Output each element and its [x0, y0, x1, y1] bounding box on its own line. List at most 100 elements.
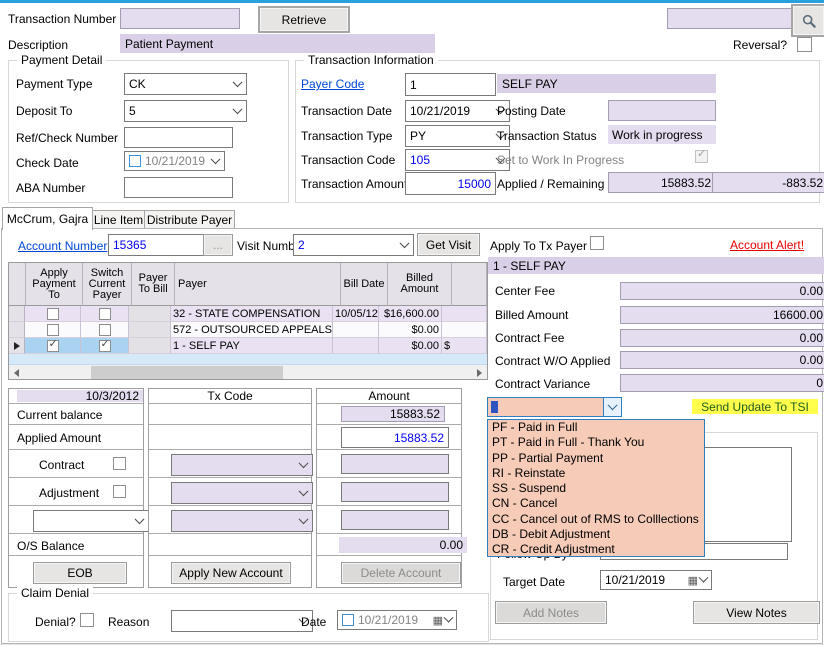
payer-code-input[interactable]: 1: [405, 73, 496, 96]
transaction-amount-label: Transaction Amount: [301, 177, 407, 191]
switch-payer-checkbox[interactable]: [99, 308, 111, 320]
account-alert-link[interactable]: Account Alert!: [730, 238, 804, 252]
aba-number-input[interactable]: [124, 177, 233, 198]
account-number-link[interactable]: Account Number: [18, 239, 107, 253]
adjustment-checkbox[interactable]: [113, 485, 126, 498]
payer-cell: 572 - OUTSOURCED APPEALS: [171, 322, 333, 338]
col-bill-date-header[interactable]: Bill Date: [341, 263, 388, 306]
posting-date-field: [608, 100, 716, 121]
target-date-picker[interactable]: 10/21/2019: [600, 570, 712, 590]
applied-amount-input[interactable]: 15883.52: [341, 427, 449, 448]
payer-code-link[interactable]: Payer Code: [301, 77, 364, 91]
amount-table-col-labels: 10/3/2012 Current balance Applied Amount…: [8, 388, 144, 588]
grid-new-row-strip: [9, 354, 487, 365]
denial-reason-dropdown[interactable]: [171, 610, 313, 632]
apply-payment-checkbox[interactable]: [47, 308, 59, 320]
view-notes-button[interactable]: View Notes: [693, 601, 820, 624]
col-apply-payment-header[interactable]: Apply Payment To: [26, 263, 83, 306]
chevron-down-icon: [444, 612, 454, 622]
switch-payer-checkbox[interactable]: [99, 340, 111, 352]
tsi-option[interactable]: PF - Paid in Full: [488, 420, 704, 435]
other-txcode-dropdown[interactable]: [171, 510, 313, 532]
switch-payer-checkbox[interactable]: [99, 324, 111, 336]
transaction-type-dropdown[interactable]: PY: [405, 125, 510, 147]
retrieve-button[interactable]: Retrieve: [258, 6, 350, 33]
center-fee-label: Center Fee: [495, 284, 555, 298]
payment-type-dropdown[interactable]: CK: [124, 73, 247, 95]
visit-number-dropdown[interactable]: 2: [293, 234, 414, 256]
account-number-input[interactable]: 15365: [108, 234, 208, 256]
check-date-label: Check Date: [16, 156, 79, 170]
chevron-down-icon: [699, 572, 709, 582]
tsi-option[interactable]: PT - Paid in Full - Thank You: [488, 435, 704, 450]
apply-new-account-button[interactable]: Apply New Account: [171, 562, 291, 584]
scroll-left-button[interactable]: [9, 365, 24, 380]
transaction-amount-input[interactable]: 15000: [405, 172, 496, 195]
row-selector[interactable]: [9, 322, 25, 338]
col-billed-amount-header[interactable]: Billed Amount: [388, 263, 452, 306]
payer-row-3-current[interactable]: 1 - SELF PAY $0.00 $: [9, 338, 487, 354]
col-payer-to-bill-header[interactable]: Payer To Bill: [132, 263, 175, 306]
contract-txcode-dropdown[interactable]: [171, 454, 313, 476]
denial-date-picker[interactable]: 10/21/2019: [337, 610, 457, 630]
reversal-checkbox[interactable]: [797, 37, 812, 52]
search-button[interactable]: [791, 4, 824, 37]
transaction-code-label: Transaction Code: [301, 153, 395, 167]
adjustment-amount-input[interactable]: [341, 482, 449, 502]
denial-checkbox[interactable]: [80, 613, 94, 627]
tsi-option[interactable]: DB - Debit Adjustment: [488, 527, 704, 542]
transaction-number-field[interactable]: [120, 8, 240, 29]
transaction-date-dropdown[interactable]: 10/21/2019: [405, 100, 510, 122]
applied-amount-label: Applied Amount: [17, 431, 101, 445]
transaction-info-legend: Transaction Information: [304, 53, 438, 67]
target-date-label: Target Date: [503, 575, 565, 589]
tsi-option[interactable]: PP - Partial Payment: [488, 451, 704, 466]
other-amount-input[interactable]: [341, 510, 449, 530]
get-visit-button[interactable]: Get Visit: [417, 233, 480, 256]
apply-payment-checkbox[interactable]: [47, 340, 59, 352]
contract-checkbox[interactable]: [113, 457, 126, 470]
other-type-dropdown[interactable]: [33, 510, 149, 532]
account-browse-button[interactable]: ...: [203, 234, 233, 256]
col-payer-header[interactable]: Payer: [175, 263, 341, 306]
billed-amount-field: 16600.00: [620, 306, 824, 324]
check-date-picker[interactable]: 10/21/2019: [124, 151, 225, 171]
transaction-code-dropdown[interactable]: 105: [405, 149, 510, 171]
adjustment-txcode-dropdown[interactable]: [171, 482, 313, 504]
deposit-to-dropdown[interactable]: 5: [124, 100, 247, 122]
chevron-down-icon: [299, 458, 309, 468]
os-balance-field: 0.00: [339, 537, 467, 553]
denial-date-checkbox[interactable]: [342, 614, 354, 626]
check-date-checkbox[interactable]: [129, 155, 141, 167]
eob-button[interactable]: EOB: [33, 562, 127, 584]
tsi-option[interactable]: CC - Cancel out of RMS to Colllections: [488, 512, 704, 527]
chevron-down-icon: [233, 77, 243, 87]
apply-to-tx-payer-checkbox[interactable]: [590, 236, 604, 250]
payer-row-1[interactable]: 32 - STATE COMPENSATION 10/05/12 $16,600…: [9, 306, 487, 322]
scrollbar-thumb[interactable]: [91, 366, 283, 379]
contract-amount-input[interactable]: [341, 454, 449, 474]
center-fee-field: 0.00: [620, 282, 824, 300]
grid-horizontal-scrollbar[interactable]: [9, 365, 487, 380]
row-selector[interactable]: [9, 306, 25, 322]
tsi-option[interactable]: SS - Suspend: [488, 481, 704, 496]
payer-row-2[interactable]: 572 - OUTSOURCED APPEALS $0.00: [9, 322, 487, 338]
apply-payment-checkbox[interactable]: [47, 324, 59, 336]
tab-distribute-payer[interactable]: Distribute Payer: [144, 210, 235, 229]
billed-amount-cell: $16,600.00: [379, 306, 442, 322]
tsi-status-combobox[interactable]: [487, 397, 622, 417]
description-label: Description: [8, 38, 68, 52]
col-switch-payer-header[interactable]: Switch Current Payer: [83, 263, 132, 306]
quick-search-field[interactable]: [667, 8, 797, 29]
contract-fee-label: Contract Fee: [495, 331, 564, 345]
tab-line-item[interactable]: Line Item: [92, 210, 145, 229]
payer-grid-header: Apply Payment To Switch Current Payer Pa…: [9, 263, 487, 306]
combobox-dropdown-button[interactable]: [603, 398, 621, 416]
ref-check-number-input[interactable]: [124, 127, 233, 148]
tsi-option[interactable]: CR - Credit Adjustment: [488, 542, 704, 557]
tsi-option[interactable]: RI - Reinstate: [488, 466, 704, 481]
scroll-right-button[interactable]: [472, 365, 487, 380]
tsi-option[interactable]: CN - Cancel: [488, 496, 704, 511]
tab-patient[interactable]: McCrum, Gajra: [2, 207, 93, 230]
row-selector[interactable]: [9, 338, 25, 354]
